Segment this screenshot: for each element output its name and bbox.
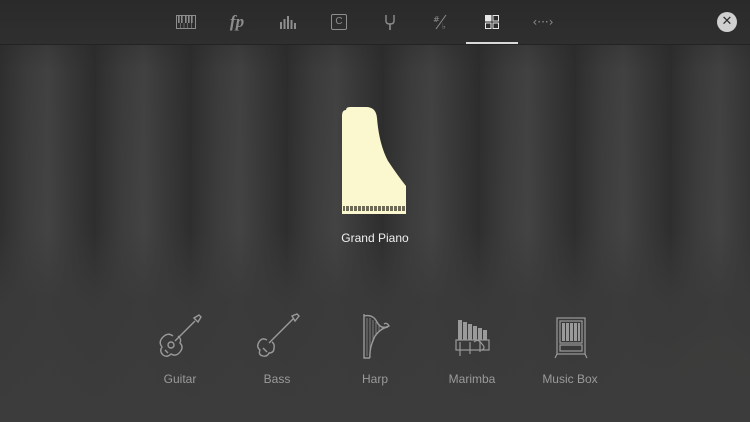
instrument-label: Music Box: [542, 372, 598, 386]
instrument-label: Harp: [361, 372, 388, 386]
fp-dynamics-icon: fp: [229, 12, 245, 31]
equalizer-bars-icon: [280, 16, 296, 29]
instrument-music-box[interactable]: Music Box: [525, 312, 615, 392]
featured-instrument-grand-piano[interactable]: Grand Piano: [320, 106, 430, 246]
instrument-label: Guitar: [163, 372, 197, 386]
bass-guitar-icon: [257, 313, 300, 357]
harp-icon: [363, 314, 390, 359]
toolbar: fp C # ♭ ‹···› ✕: [0, 0, 750, 45]
range-arrows-icon: ‹···›: [532, 15, 554, 29]
marimba-icon: [455, 320, 490, 356]
tab-instruments[interactable]: [466, 0, 518, 44]
tab-transpose[interactable]: # ♭: [415, 0, 467, 44]
svg-text:#: #: [433, 15, 440, 24]
close-button[interactable]: ✕: [717, 12, 737, 32]
guitar-icon: [159, 314, 202, 357]
instrument-label: Marimba: [448, 372, 496, 386]
grand-piano-icon: [342, 107, 406, 214]
svg-text:♭: ♭: [442, 22, 446, 30]
instrument-guitar[interactable]: Guitar: [135, 312, 225, 392]
tab-tuning[interactable]: [364, 0, 416, 44]
instrument-bass[interactable]: Bass: [232, 312, 322, 392]
instrument-harp[interactable]: Harp: [330, 312, 420, 392]
tab-range[interactable]: ‹···›: [517, 0, 569, 44]
sharp-flat-icon: # ♭: [433, 14, 447, 30]
instrument-marimba[interactable]: Marimba: [427, 312, 517, 392]
grid-icon: [485, 15, 499, 29]
tab-dynamics[interactable]: fp: [211, 0, 263, 44]
instrument-label: Bass: [263, 372, 291, 386]
tab-keyboard[interactable]: [160, 0, 212, 44]
close-icon: ✕: [721, 14, 733, 29]
music-box-icon: [554, 317, 588, 359]
tuning-fork-icon: [385, 15, 395, 30]
chord-c-icon: C: [331, 14, 347, 30]
featured-instrument-label: Grand Piano: [341, 231, 409, 245]
piano-keys-icon: [176, 15, 196, 29]
tab-chord[interactable]: C: [313, 0, 365, 44]
tab-levels[interactable]: [262, 0, 314, 44]
